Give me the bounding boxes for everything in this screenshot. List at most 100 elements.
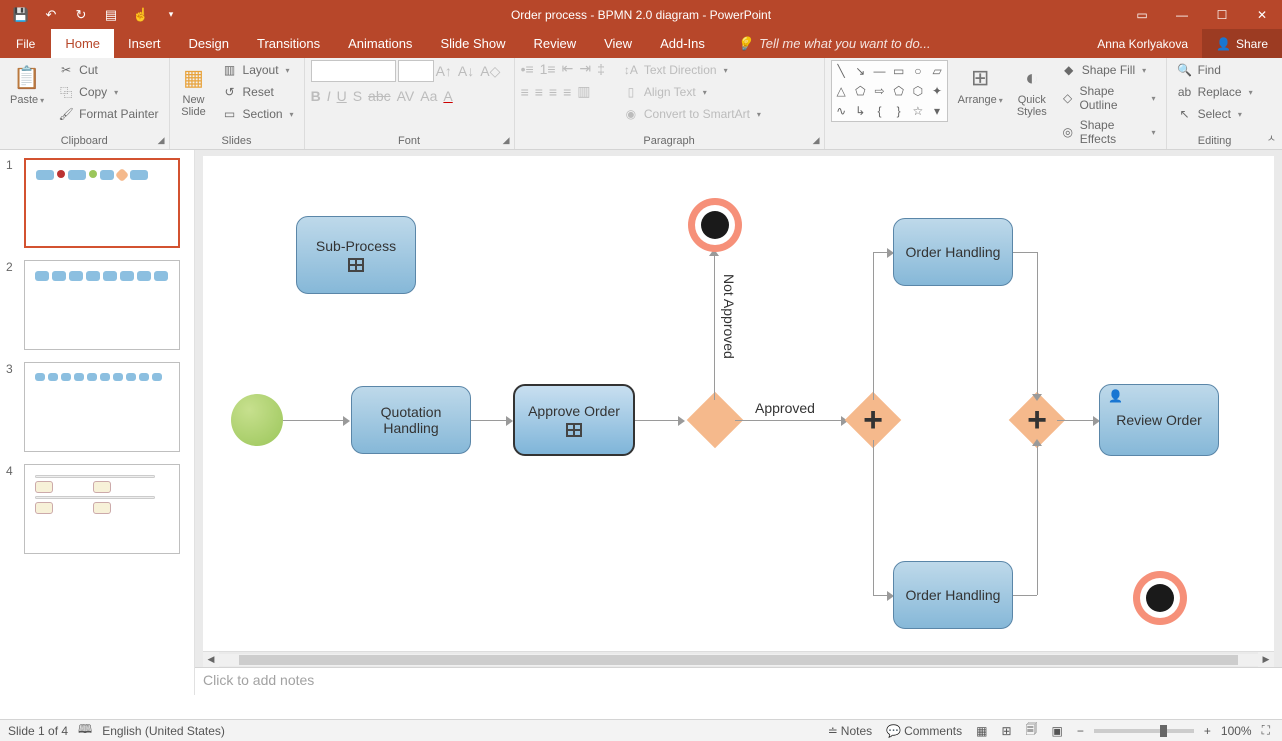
slide-thumbnail-2[interactable] <box>24 260 180 350</box>
tab-transitions[interactable]: Transitions <box>243 29 334 58</box>
layout-button[interactable]: ▥Layout▾ <box>218 60 298 80</box>
tab-home[interactable]: Home <box>51 29 114 58</box>
clear-formatting-icon[interactable]: A◇ <box>480 63 500 80</box>
new-slide-button[interactable]: ▦ New Slide <box>176 60 212 118</box>
numbering-icon[interactable]: 1≡ <box>540 61 556 77</box>
bullets-icon[interactable]: •≡ <box>521 61 534 77</box>
increase-indent-icon[interactable]: ⇥ <box>579 60 591 77</box>
slide-sorter-view-icon[interactable]: ⊞ <box>997 724 1015 738</box>
cut-button[interactable]: ✂Cut <box>54 60 162 80</box>
replace-button[interactable]: abReplace▾ <box>1173 82 1257 102</box>
decrease-font-icon[interactable]: A↓ <box>458 63 474 79</box>
paragraph-launcher-icon[interactable]: ◢ <box>813 135 820 146</box>
slideshow-view-icon[interactable]: ▣ <box>1048 724 1067 738</box>
bpmn-task-approve[interactable]: Approve Order <box>513 384 635 456</box>
tab-insert[interactable]: Insert <box>114 29 175 58</box>
notes-button[interactable]: ≐Notes <box>824 724 876 738</box>
justify-icon[interactable]: ≡ <box>563 84 571 100</box>
shadow-icon[interactable]: S <box>353 88 362 104</box>
change-case-icon[interactable]: Aa <box>420 88 437 104</box>
bpmn-task-order-handling-top[interactable]: Order Handling <box>893 218 1013 286</box>
decrease-indent-icon[interactable]: ⇤ <box>562 60 574 77</box>
zoom-level[interactable]: 100% <box>1221 724 1252 738</box>
tab-addins[interactable]: Add-Ins <box>646 29 719 58</box>
notes-pane[interactable]: Click to add notes <box>195 667 1282 695</box>
text-direction-button[interactable]: ↕AText Direction▾ <box>619 60 765 80</box>
font-color-icon[interactable]: A <box>443 88 452 104</box>
touch-mode-icon[interactable]: ☝ <box>128 2 154 28</box>
language-indicator[interactable]: English (United States) <box>102 724 225 738</box>
font-family-input[interactable] <box>311 60 396 82</box>
select-button[interactable]: ↖Select▾ <box>1173 104 1257 124</box>
tab-design[interactable]: Design <box>175 29 243 58</box>
tab-review[interactable]: Review <box>519 29 590 58</box>
convert-smartart-button[interactable]: ◉Convert to SmartArt▾ <box>619 104 765 124</box>
ribbon-display-icon[interactable]: ▭ <box>1122 0 1162 29</box>
align-center-icon[interactable]: ≡ <box>535 84 543 100</box>
scroll-right-icon[interactable]: ▶ <box>1258 652 1274 668</box>
paste-button[interactable]: 📋 Paste▾ <box>6 60 48 106</box>
shapes-gallery[interactable]: ╲↘—▭○▱ △⬠⇨⬠⬡✦ ∿↳{}☆▾ <box>831 60 948 122</box>
reset-button[interactable]: ↺Reset <box>218 82 298 102</box>
bpmn-subprocess[interactable]: Sub-Process <box>296 216 416 294</box>
close-icon[interactable]: ✕ <box>1242 0 1282 29</box>
spellcheck-icon[interactable]: 🕮 <box>78 720 92 741</box>
normal-view-icon[interactable]: ▦ <box>972 724 991 738</box>
copy-button[interactable]: ⿻Copy▾ <box>54 82 162 102</box>
align-left-icon[interactable]: ≡ <box>521 84 529 100</box>
underline-icon[interactable]: U <box>337 88 347 104</box>
maximize-icon[interactable]: ☐ <box>1202 0 1242 29</box>
bpmn-task-quotation[interactable]: Quotation Handling <box>351 386 471 454</box>
zoom-in-icon[interactable]: + <box>1200 724 1215 738</box>
bpmn-terminate-end-event[interactable] <box>688 198 742 252</box>
slide-counter[interactable]: Slide 1 of 4 <box>8 724 68 738</box>
share-button[interactable]: 👤 Share <box>1202 29 1282 58</box>
shape-outline-button[interactable]: ◇Shape Outline▾ <box>1057 82 1160 114</box>
format-painter-button[interactable]: 🖌Format Painter <box>54 104 162 124</box>
clipboard-launcher-icon[interactable]: ◢ <box>158 135 165 146</box>
redo-icon[interactable]: ↻ <box>68 2 94 28</box>
tab-slideshow[interactable]: Slide Show <box>426 29 519 58</box>
line-spacing-icon[interactable]: ‡ <box>597 61 605 77</box>
slide-canvas[interactable]: Sub-Process Quotation Handling Approve O… <box>203 156 1274 651</box>
fit-to-window-icon[interactable]: ⛶ <box>1258 723 1274 738</box>
qat-customize-icon[interactable]: ▾ <box>158 2 184 28</box>
arrange-button[interactable]: ⊞ Arrange▾ <box>954 60 1007 106</box>
minimize-icon[interactable]: — <box>1162 0 1202 29</box>
font-size-input[interactable] <box>398 60 434 82</box>
bpmn-task-review[interactable]: 👤 Review Order <box>1099 384 1219 456</box>
bold-icon[interactable]: B <box>311 88 321 104</box>
zoom-slider[interactable] <box>1094 729 1194 733</box>
char-spacing-icon[interactable]: AV <box>397 88 415 104</box>
tab-file[interactable]: File <box>0 29 51 58</box>
align-text-button[interactable]: ▯Align Text▾ <box>619 82 765 102</box>
reading-view-icon[interactable]: 🗐 <box>1022 720 1042 741</box>
quick-styles-button[interactable]: ◐ Quick Styles <box>1013 60 1051 118</box>
align-right-icon[interactable]: ≡ <box>549 84 557 100</box>
shape-effects-button[interactable]: ◎Shape Effects▾ <box>1057 116 1160 148</box>
columns-icon[interactable]: ▥ <box>577 83 590 100</box>
signed-in-user[interactable]: Anna Korlyakova <box>1087 37 1198 51</box>
font-launcher-icon[interactable]: ◢ <box>503 135 510 146</box>
shape-fill-button[interactable]: ◆Shape Fill▾ <box>1057 60 1160 80</box>
increase-font-icon[interactable]: A↑ <box>436 63 452 79</box>
collapse-ribbon-icon[interactable]: ㅅ <box>1267 130 1276 145</box>
undo-icon[interactable]: ↶ <box>38 2 64 28</box>
slide-thumbnail-4[interactable] <box>24 464 180 554</box>
bpmn-start-event[interactable] <box>231 394 283 446</box>
comments-button[interactable]: 💬Comments <box>882 724 966 738</box>
tab-animations[interactable]: Animations <box>334 29 426 58</box>
bpmn-terminate-end-event-final[interactable] <box>1133 571 1187 625</box>
horizontal-scrollbar[interactable]: ◀ ▶ <box>203 651 1274 667</box>
tell-me-search[interactable]: 💡 Tell me what you want to do... <box>737 29 931 58</box>
scroll-left-icon[interactable]: ◀ <box>203 652 219 668</box>
italic-icon[interactable]: I <box>327 88 331 104</box>
start-from-beginning-icon[interactable]: ▤ <box>98 2 124 28</box>
strikethrough-icon[interactable]: abc <box>368 88 391 104</box>
find-button[interactable]: 🔍Find <box>1173 60 1257 80</box>
bpmn-task-order-handling-bottom[interactable]: Order Handling <box>893 561 1013 629</box>
slide-thumbnail-1[interactable] <box>24 158 180 248</box>
section-button[interactable]: ▭Section▾ <box>218 104 298 124</box>
zoom-out-icon[interactable]: − <box>1073 724 1088 738</box>
slide-thumbnail-3[interactable] <box>24 362 180 452</box>
